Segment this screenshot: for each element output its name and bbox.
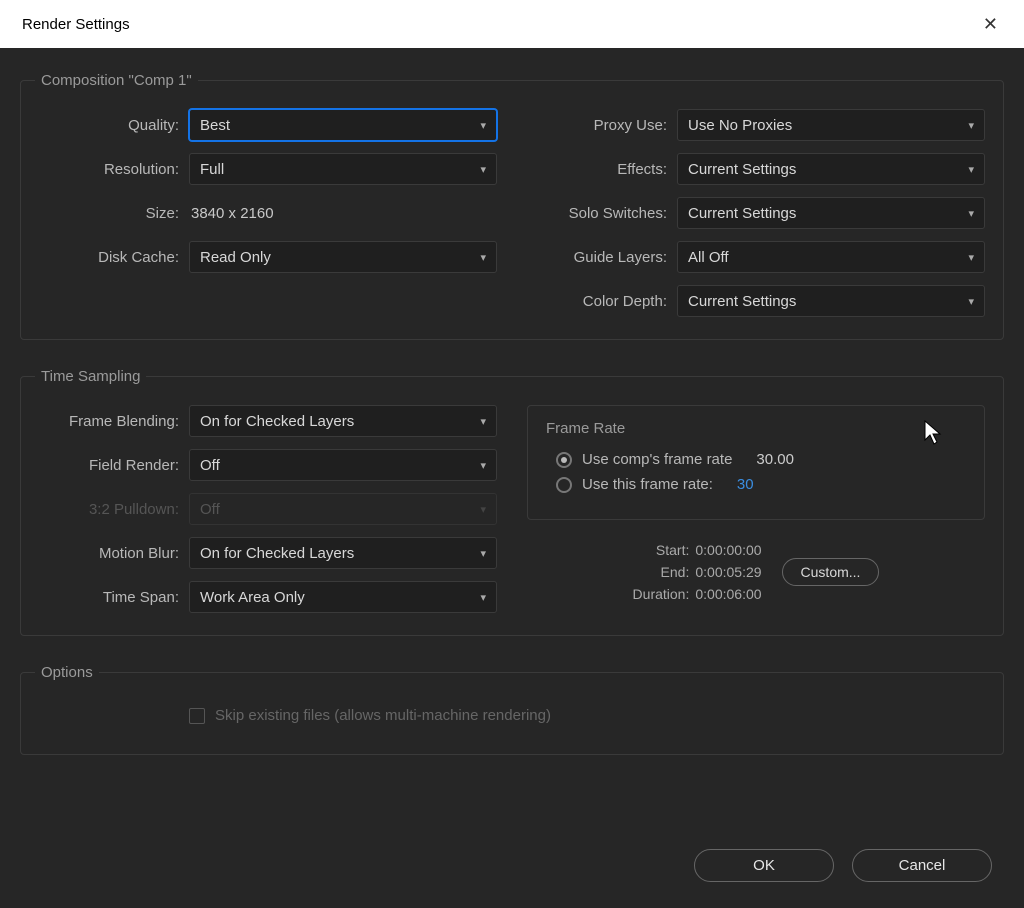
guide-layers-label: Guide Layers: (527, 249, 667, 266)
skip-existing-checkbox: Skip existing files (allows multi-machin… (189, 707, 985, 724)
disk-cache-value: Read Only (200, 249, 271, 266)
guide-layers-select[interactable]: All Off ▾ (677, 241, 985, 273)
options-group: Options Skip existing files (allows mult… (20, 664, 1004, 755)
motion-blur-label: Motion Blur: (39, 545, 179, 562)
time-span-value: Work Area Only (200, 589, 305, 606)
time-span-select[interactable]: Work Area Only ▾ (189, 581, 497, 613)
solo-switches-select[interactable]: Current Settings ▾ (677, 197, 985, 229)
composition-right-col: Proxy Use: Use No Proxies ▾ Effects: Cur… (527, 109, 985, 317)
motion-blur-select[interactable]: On for Checked Layers ▾ (189, 537, 497, 569)
resolution-select[interactable]: Full ▾ (189, 153, 497, 185)
chevron-down-icon: ▾ (968, 119, 974, 132)
size-label: Size: (39, 205, 179, 222)
dialog-body: Composition "Comp 1" Quality: Best ▾ Res… (0, 48, 1024, 908)
radio-icon (556, 477, 572, 493)
use-this-rate-label: Use this frame rate: (582, 476, 713, 493)
time-info: Start: 0:00:00:00 End: 0:00:05:29 Durati… (527, 542, 985, 602)
frame-blending-value: On for Checked Layers (200, 413, 354, 430)
solo-switches-label: Solo Switches: (527, 205, 667, 222)
chevron-down-icon: ▾ (968, 295, 974, 308)
color-depth-value: Current Settings (688, 293, 796, 310)
skip-existing-label: Skip existing files (allows multi-machin… (215, 707, 551, 724)
chevron-down-icon: ▾ (480, 591, 486, 604)
use-this-rate-radio[interactable]: Use this frame rate: 30 (546, 476, 966, 493)
chevron-down-icon: ▾ (480, 119, 486, 132)
proxy-value: Use No Proxies (688, 117, 792, 134)
resolution-value: Full (200, 161, 224, 178)
custom-button[interactable]: Custom... (782, 558, 880, 586)
chevron-down-icon: ▾ (480, 503, 486, 516)
time-sampling-legend: Time Sampling (35, 368, 146, 385)
chevron-down-icon: ▾ (480, 547, 486, 560)
end-label: End: (661, 564, 690, 580)
chevron-down-icon: ▾ (968, 163, 974, 176)
quality-select[interactable]: Best ▾ (189, 109, 497, 141)
time-span-label: Time Span: (39, 589, 179, 606)
quality-value: Best (200, 117, 230, 134)
frame-rate-box: Frame Rate Use comp's frame rate 30.00 U… (527, 405, 985, 520)
end-value: 0:00:05:29 (695, 564, 761, 580)
start-label: Start: (656, 542, 689, 558)
window-title: Render Settings (22, 16, 130, 33)
resolution-label: Resolution: (39, 161, 179, 178)
effects-value: Current Settings (688, 161, 796, 178)
use-comp-rate-value: 30.00 (756, 451, 794, 468)
composition-left-col: Quality: Best ▾ Resolution: Full ▾ Size:… (39, 109, 497, 317)
chevron-down-icon: ▾ (968, 251, 974, 264)
use-this-rate-value[interactable]: 30 (737, 476, 754, 493)
chevron-down-icon: ▾ (480, 163, 486, 176)
disk-cache-select[interactable]: Read Only ▾ (189, 241, 497, 273)
checkbox-icon (189, 708, 205, 724)
start-value: 0:00:00:00 (695, 542, 761, 558)
frame-blending-label: Frame Blending: (39, 413, 179, 430)
use-comp-rate-radio[interactable]: Use comp's frame rate 30.00 (546, 451, 966, 468)
field-render-select[interactable]: Off ▾ (189, 449, 497, 481)
color-depth-label: Color Depth: (527, 293, 667, 310)
size-value: 3840 x 2160 (189, 205, 274, 222)
composition-legend: Composition "Comp 1" (35, 72, 198, 89)
solo-switches-value: Current Settings (688, 205, 796, 222)
color-depth-select[interactable]: Current Settings ▾ (677, 285, 985, 317)
chevron-down-icon: ▾ (480, 251, 486, 264)
pulldown-select: Off ▾ (189, 493, 497, 525)
chevron-down-icon: ▾ (480, 459, 486, 472)
close-icon[interactable]: ✕ (975, 10, 1006, 39)
cancel-button[interactable]: Cancel (852, 849, 992, 882)
guide-layers-value: All Off (688, 249, 729, 266)
duration-label: Duration: (633, 586, 690, 602)
chevron-down-icon: ▾ (480, 415, 486, 428)
composition-group: Composition "Comp 1" Quality: Best ▾ Res… (20, 72, 1004, 340)
options-legend: Options (35, 664, 99, 681)
frame-blending-select[interactable]: On for Checked Layers ▾ (189, 405, 497, 437)
effects-label: Effects: (527, 161, 667, 178)
quality-label: Quality: (39, 117, 179, 134)
duration-value: 0:00:06:00 (695, 586, 761, 602)
ok-button[interactable]: OK (694, 849, 834, 882)
effects-select[interactable]: Current Settings ▾ (677, 153, 985, 185)
disk-cache-label: Disk Cache: (39, 249, 179, 266)
pulldown-value: Off (200, 501, 220, 518)
frame-rate-title: Frame Rate (546, 420, 966, 437)
time-sampling-group: Time Sampling Frame Blending: On for Che… (20, 368, 1004, 636)
proxy-select[interactable]: Use No Proxies ▾ (677, 109, 985, 141)
time-sampling-right-col: Frame Rate Use comp's frame rate 30.00 U… (527, 405, 985, 613)
motion-blur-value: On for Checked Layers (200, 545, 354, 562)
field-render-value: Off (200, 457, 220, 474)
field-render-label: Field Render: (39, 457, 179, 474)
pulldown-label: 3:2 Pulldown: (39, 501, 179, 518)
footer: OK Cancel (694, 849, 992, 882)
radio-icon (556, 452, 572, 468)
use-comp-rate-label: Use comp's frame rate (582, 451, 732, 468)
titlebar: Render Settings ✕ (0, 0, 1024, 48)
proxy-label: Proxy Use: (527, 117, 667, 134)
time-sampling-left-col: Frame Blending: On for Checked Layers ▾ … (39, 405, 497, 613)
chevron-down-icon: ▾ (968, 207, 974, 220)
